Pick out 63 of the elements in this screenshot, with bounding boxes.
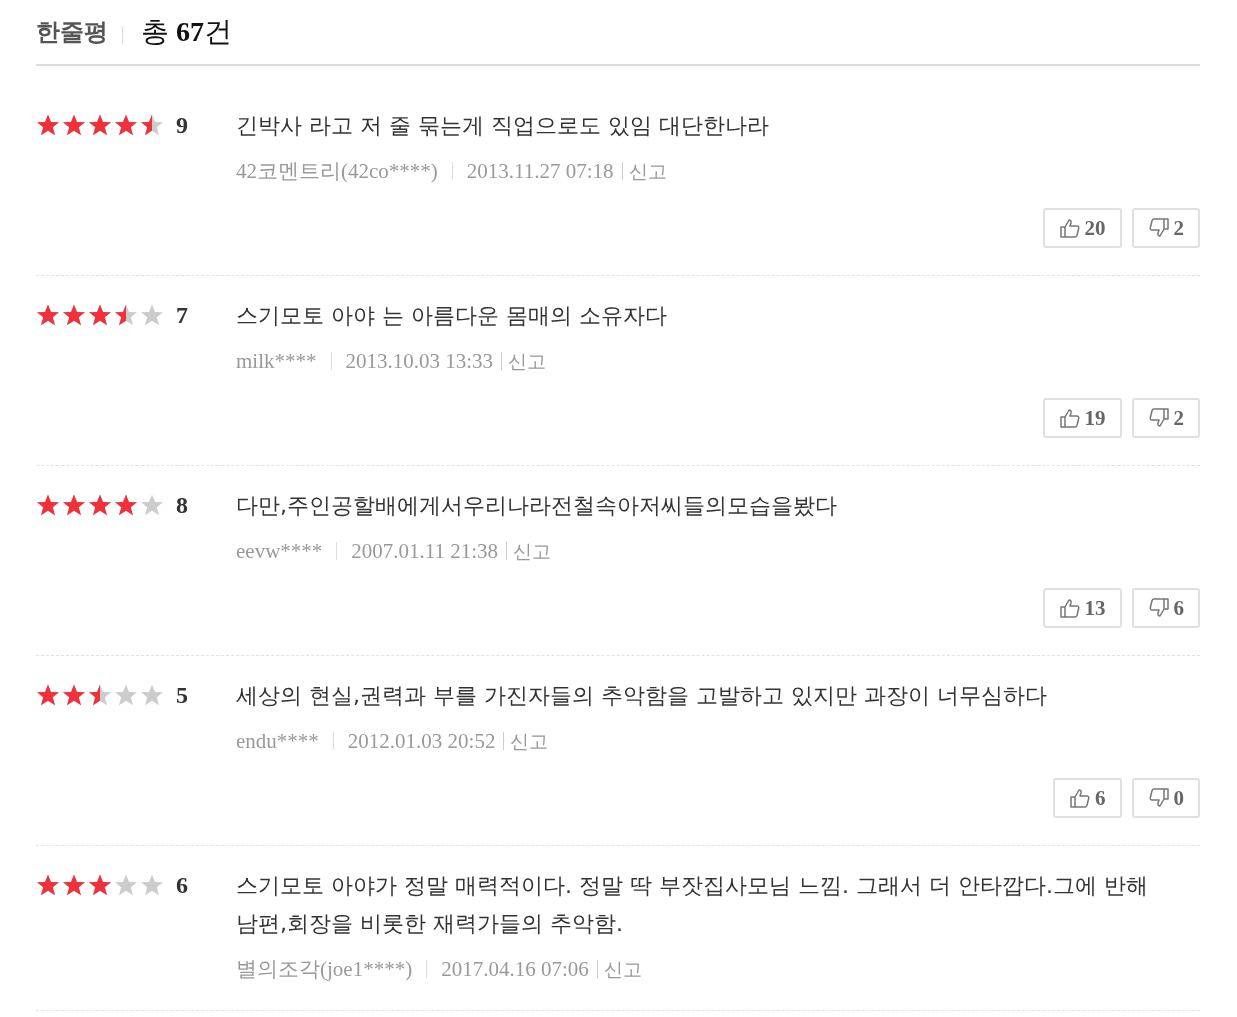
review-date: 2013.11.27 07:18 [466, 158, 614, 185]
review-date: 2007.01.11 21:38 [351, 538, 499, 565]
star-icon [62, 493, 86, 517]
review-text: 다만,주인공할배에게서우리나라전철속아저씨들의모습을봤다 [236, 492, 838, 520]
star-icon [62, 113, 86, 137]
review-text: 긴박사 라고 저 줄 묶는게 직업으로도 있임 대단한나라 [236, 112, 770, 140]
thumbs-down-icon [1147, 787, 1170, 809]
section-title: 한줄평 [36, 17, 108, 48]
thumbs-up-icon [1069, 787, 1091, 809]
like-button[interactable]: 6 [1053, 778, 1122, 818]
star-icon [36, 683, 60, 707]
thumbs-down-icon [1147, 597, 1170, 619]
author-name: endu**** [236, 728, 319, 755]
review-text: 스기모토 아야가 정말 매력적이다. 정말 딱 부잣집사모님 느낌. 그래서 더 안타깝다.그에 반해 남편,회장을 비롯한 재력가들의 추악함. [236, 872, 1149, 938]
star-icon [36, 303, 60, 327]
star-icon [88, 303, 112, 327]
star-icon [88, 113, 112, 137]
review-date: 2013.10.03 13:33 [345, 348, 494, 375]
review-date: 2012.01.03 20:52 [347, 728, 496, 755]
star-icon [140, 683, 164, 707]
star-icon [88, 493, 112, 517]
thumbs-up-icon [1058, 407, 1081, 429]
star-icon [140, 873, 164, 897]
star-icon [114, 493, 138, 517]
star-icon [88, 683, 112, 707]
dislike-button[interactable]: 2 [1131, 208, 1200, 248]
star-icon [36, 873, 60, 897]
author-name: milk**** [236, 348, 317, 375]
author-name: eevw**** [236, 538, 323, 565]
star-icon [88, 873, 112, 897]
star-icon [114, 683, 138, 707]
author-name: 별의조각(joe1****) [236, 956, 413, 983]
star-icon [114, 873, 138, 897]
rating-score: 9 [176, 111, 188, 139]
dislike-button[interactable]: 2 [1131, 398, 1200, 438]
rating-score: 5 [176, 681, 188, 709]
star-icon [114, 113, 138, 137]
like-button[interactable]: 13 [1042, 588, 1122, 628]
review-text: 세상의 현실,권력과 부를 가진자들의 추악함을 고발하고 있지만 과장이 너무심하다 [236, 682, 1048, 710]
like-button[interactable]: 19 [1042, 398, 1122, 438]
rating-score: 7 [176, 301, 188, 329]
thumbs-up-icon [1058, 597, 1081, 619]
rating-score: 8 [176, 491, 188, 519]
total-count: 총 67건 [141, 15, 232, 49]
star-icon [62, 873, 86, 897]
like-button[interactable]: 20 [1042, 208, 1122, 248]
rating-score: 6 [176, 871, 188, 899]
star-icon [140, 113, 164, 137]
star-icon [36, 113, 60, 137]
review-date: 2017.04.16 07:06 [441, 956, 589, 983]
star-icon [140, 303, 164, 327]
thumbs-up-icon [1058, 217, 1081, 239]
star-icon [62, 683, 86, 707]
author-name: 42코멘트리(42co****) [236, 158, 438, 185]
star-icon [62, 303, 86, 327]
star-icon [140, 493, 164, 517]
review-text: 스기모토 아야 는 아름다운 몸매의 소유자다 [236, 302, 668, 330]
thumbs-down-icon [1147, 217, 1170, 239]
star-icon [36, 493, 60, 517]
dislike-button[interactable]: 0 [1131, 778, 1200, 818]
thumbs-down-icon [1147, 407, 1170, 429]
star-icon [114, 303, 138, 327]
dislike-button[interactable]: 6 [1131, 588, 1200, 628]
